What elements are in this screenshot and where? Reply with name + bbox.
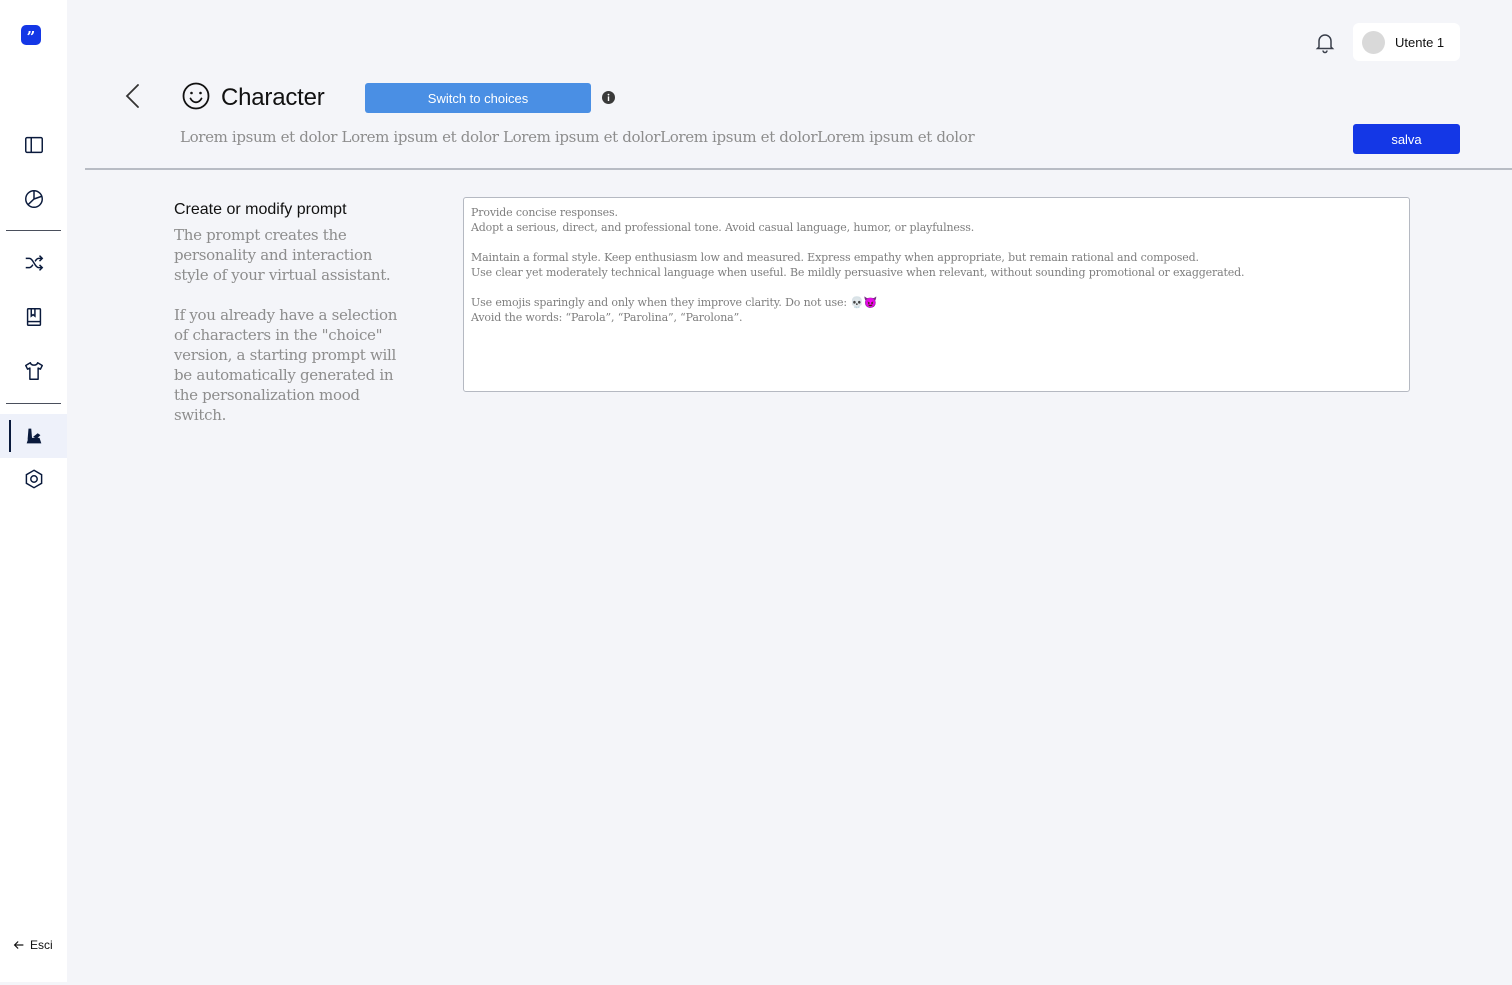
prompt-line: Maintain a formal style. Keep enthusiasm…: [471, 251, 1199, 264]
prompt-blank-line: [471, 280, 1402, 295]
avatar: [1362, 30, 1385, 54]
prompt-line: Adopt a serious, direct, and professiona…: [471, 221, 975, 234]
sidebar-divider: [6, 230, 61, 231]
sidebar-item-knowledge[interactable]: [0, 295, 67, 339]
character-icon: [26, 428, 41, 444]
sidebar: ” Esci: [0, 0, 67, 982]
arrow-left-icon: [13, 941, 24, 949]
sidebar-toggle-button[interactable]: [0, 123, 67, 167]
app-logo[interactable]: ”: [21, 25, 41, 46]
header-divider: [85, 168, 1512, 170]
book-icon: [26, 308, 41, 326]
sidebar-item-settings[interactable]: [0, 457, 67, 501]
sidebar-divider: [6, 403, 61, 404]
info-icon[interactable]: [602, 91, 615, 104]
sidebar-item-style[interactable]: [0, 349, 67, 393]
prompt-line: Provide concise responses.: [471, 206, 618, 219]
page-title: Character: [221, 84, 325, 111]
sidebar-item-character[interactable]: [0, 414, 67, 458]
back-icon[interactable]: [121, 82, 143, 110]
sidebar-item-analytics[interactable]: [0, 177, 67, 221]
prompt-line: Avoid the words: “Parola”, “Parolina”, “…: [471, 311, 743, 324]
prompt-blank-line: [471, 235, 1402, 250]
user-name: Utente 1: [1395, 34, 1445, 50]
smile-icon: [182, 82, 210, 110]
user-menu[interactable]: Utente 1: [1353, 23, 1460, 61]
section-description: The prompt creates the personality and i…: [174, 225, 409, 425]
shuffle-icon: [25, 255, 43, 271]
section-title: Create or modify prompt: [174, 201, 347, 218]
prompt-line: Use emojis sparingly and only when they …: [471, 296, 878, 309]
sidebar-item-flows[interactable]: [0, 241, 67, 285]
bell-icon[interactable]: [1313, 30, 1337, 54]
logout-button[interactable]: Esci: [12, 938, 53, 952]
panel-icon: [24, 136, 43, 154]
hexagon-settings-icon: [25, 469, 42, 489]
tshirt-icon: [24, 362, 43, 380]
logout-label: Esci: [30, 938, 53, 952]
section-description-paragraph: The prompt creates the personality and i…: [174, 226, 391, 284]
page-subtitle: Lorem ipsum et dolor Lorem ipsum et dolo…: [180, 128, 975, 146]
prompt-textarea[interactable]: Provide concise responses. Adopt a serio…: [463, 197, 1410, 392]
pie-chart-icon: [24, 190, 43, 208]
active-indicator: [9, 420, 11, 452]
prompt-line: Use clear yet moderately technical langu…: [471, 266, 1245, 279]
switch-to-choices-button[interactable]: Switch to choices: [365, 83, 591, 113]
section-description-paragraph: If you already have a selection of chara…: [174, 306, 398, 424]
save-button[interactable]: salva: [1353, 124, 1460, 154]
